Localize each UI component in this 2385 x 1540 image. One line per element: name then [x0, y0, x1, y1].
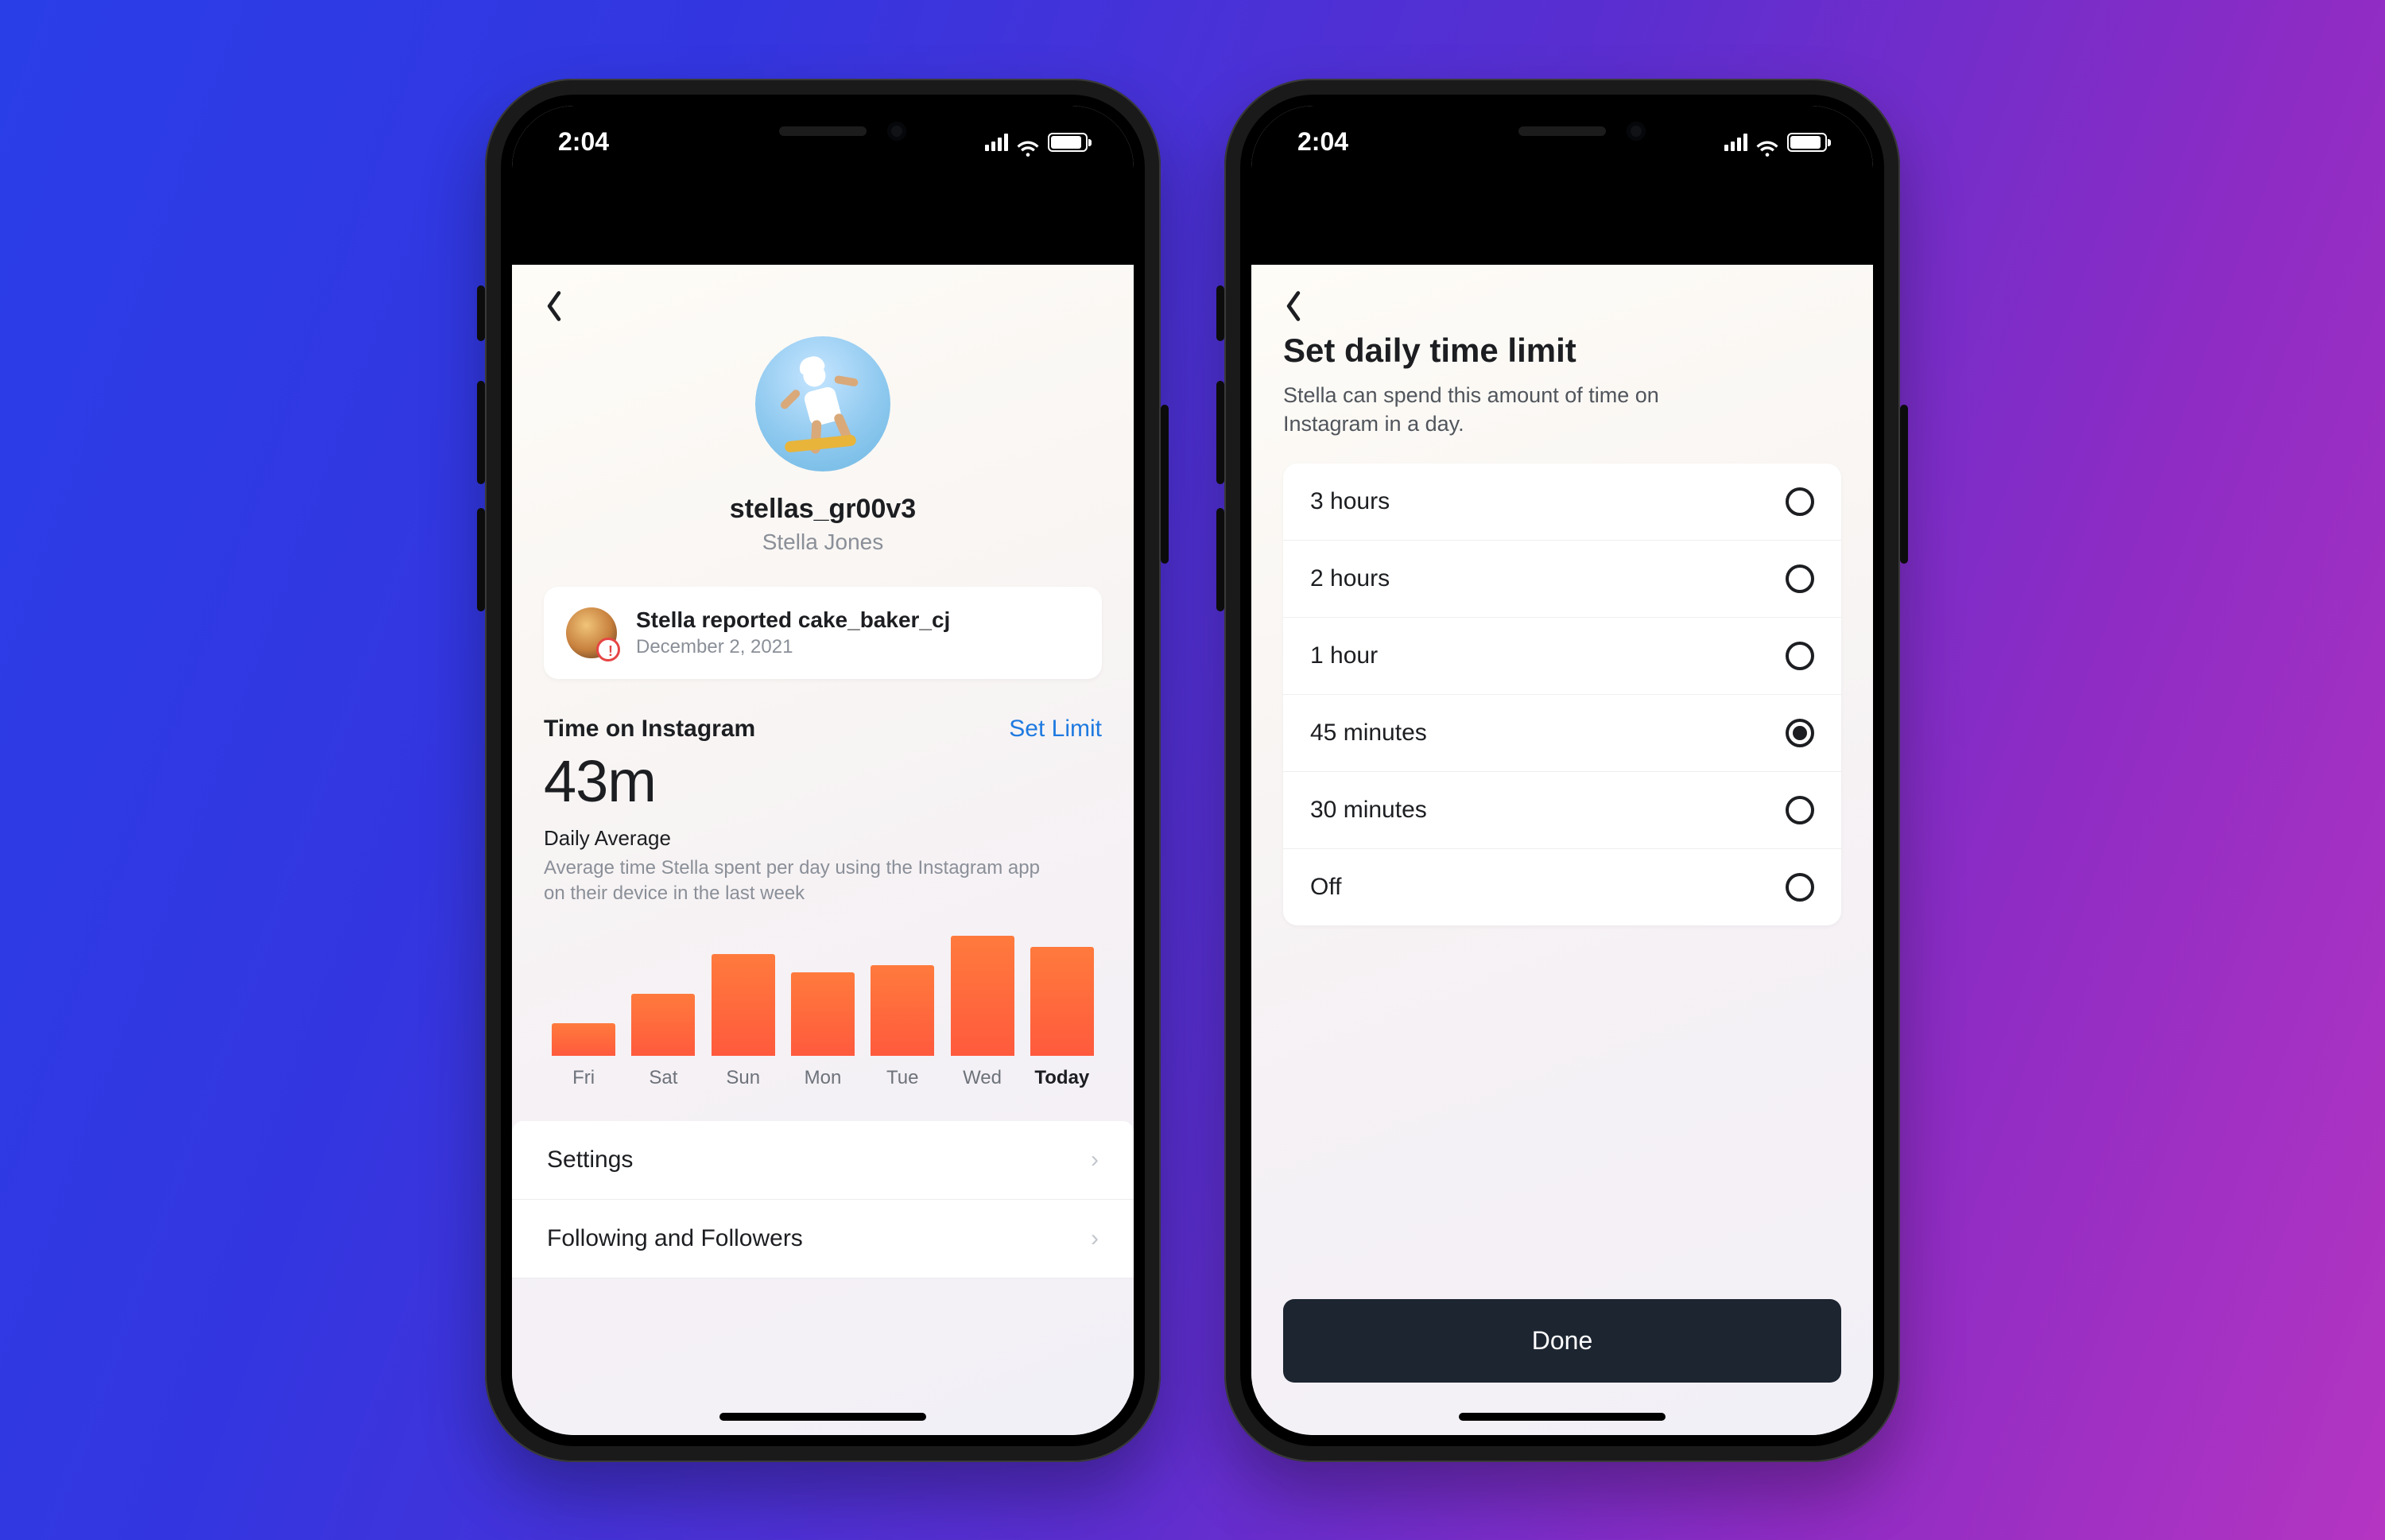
status-icons [1724, 133, 1827, 152]
chevron-left-icon [544, 290, 564, 322]
time-option-0[interactable]: 3 hours [1283, 464, 1841, 541]
status-time: 2:04 [558, 127, 609, 157]
time-option-label: Off [1310, 874, 1341, 901]
bar [1030, 947, 1094, 1056]
bar [631, 994, 695, 1056]
report-card[interactable]: ! Stella reported cake_baker_cj December… [544, 587, 1102, 679]
bar-label: Sat [649, 1067, 677, 1089]
menu-list: Settings › Following and Followers › [512, 1121, 1134, 1278]
time-option-label: 30 minutes [1310, 797, 1427, 824]
report-date: December 2, 2021 [636, 636, 950, 658]
volume-down [477, 508, 485, 611]
time-option-label: 1 hour [1310, 642, 1378, 669]
bar-label: Tue [886, 1067, 918, 1089]
page-subtitle: Stella can spend this amount of time on … [1283, 381, 1728, 439]
time-option-1[interactable]: 2 hours [1283, 541, 1841, 618]
radio-selected-icon[interactable] [1786, 719, 1814, 747]
status-bar-wrap: 2:04 [512, 106, 1134, 265]
profile-username: stellas_gr00v3 [544, 494, 1102, 525]
screen-content-time-limit: Set daily time limit Stella can spend th… [1251, 265, 1873, 1435]
screen-content-activity: stellas_gr00v3 Stella Jones ! Stella rep… [512, 265, 1134, 1435]
time-option-2[interactable]: 1 hour [1283, 618, 1841, 695]
phone-left: 2:04 [485, 79, 1161, 1462]
following-label: Following and Followers [547, 1225, 803, 1252]
battery-icon [1048, 133, 1088, 152]
chart-bar-sat: Sat [623, 994, 703, 1089]
daily-average-desc: Average time Stella spent per day using … [544, 855, 1053, 907]
following-row[interactable]: Following and Followers › [512, 1200, 1134, 1278]
time-option-3[interactable]: 45 minutes [1283, 695, 1841, 772]
settings-label: Settings [547, 1146, 633, 1173]
time-value: 43m [544, 747, 1102, 815]
alert-icon: ! [603, 645, 618, 659]
status-bar-wrap: 2:04 [1251, 106, 1873, 265]
chart-bar-wed: Wed [942, 936, 1022, 1089]
power-button [1900, 405, 1908, 564]
bar [951, 936, 1014, 1056]
volume-up [477, 381, 485, 484]
time-option-label: 3 hours [1310, 488, 1390, 515]
time-option-4[interactable]: 30 minutes [1283, 772, 1841, 849]
phone-right: 2:04 Set daily time l [1224, 79, 1900, 1462]
mute-switch [1216, 285, 1224, 341]
time-limit-options: 3 hours 2 hours 1 hour 45 minutes 30 minutes… [1283, 464, 1841, 925]
bar [791, 972, 855, 1056]
back-button[interactable] [1283, 265, 1841, 328]
bar [712, 954, 775, 1056]
volume-down [1216, 508, 1224, 611]
time-option-label: 45 minutes [1310, 720, 1427, 747]
mute-switch [477, 285, 485, 341]
radio-unselected-icon[interactable] [1786, 796, 1814, 824]
chart-bar-fri: Fri [544, 1023, 623, 1089]
power-button [1161, 405, 1169, 564]
radio-unselected-icon[interactable] [1786, 873, 1814, 902]
chart-bar-today: Today [1022, 947, 1102, 1089]
report-title: Stella reported cake_baker_cj [636, 607, 950, 633]
bar-label: Today [1034, 1067, 1089, 1089]
status-icons [985, 133, 1088, 152]
status-time: 2:04 [1297, 127, 1348, 157]
cellular-icon [1724, 134, 1747, 151]
radio-unselected-icon[interactable] [1786, 642, 1814, 670]
cellular-icon [985, 134, 1008, 151]
battery-icon [1787, 133, 1827, 152]
settings-row[interactable]: Settings › [512, 1121, 1134, 1200]
chart-bar-tue: Tue [863, 965, 942, 1089]
done-button[interactable]: Done [1283, 1299, 1841, 1383]
bar [552, 1023, 615, 1056]
volume-up [1216, 381, 1224, 484]
home-indicator[interactable] [1459, 1413, 1666, 1421]
wifi-icon [1755, 134, 1779, 151]
wifi-icon [1016, 134, 1040, 151]
set-limit-link[interactable]: Set Limit [1009, 716, 1102, 743]
bar-label: Sun [726, 1067, 760, 1089]
chevron-right-icon: › [1091, 1225, 1099, 1252]
bar-label: Mon [805, 1067, 842, 1089]
bar-label: Fri [572, 1067, 595, 1089]
time-section-heading: Time on Instagram [544, 716, 755, 743]
bar-label: Wed [963, 1067, 1002, 1089]
back-button[interactable] [544, 265, 1102, 328]
profile-fullname: Stella Jones [544, 529, 1102, 555]
page-title: Set daily time limit [1283, 332, 1841, 370]
radio-unselected-icon[interactable] [1786, 564, 1814, 593]
profile-header: stellas_gr00v3 Stella Jones [544, 336, 1102, 555]
daily-average-label: Daily Average [544, 826, 1102, 851]
usage-bar-chart: Fri Sat Sun Mon Tue Wed Today [544, 930, 1102, 1089]
radio-unselected-icon[interactable] [1786, 487, 1814, 516]
chevron-right-icon: › [1091, 1146, 1099, 1173]
time-option-label: 2 hours [1310, 565, 1390, 592]
chevron-left-icon [1283, 290, 1304, 322]
chart-bar-mon: Mon [783, 972, 863, 1089]
bar [871, 965, 934, 1056]
time-option-5[interactable]: Off [1283, 849, 1841, 925]
chart-bar-sun: Sun [704, 954, 783, 1089]
reported-user-avatar: ! [566, 607, 617, 658]
home-indicator[interactable] [719, 1413, 926, 1421]
profile-avatar[interactable] [755, 336, 890, 471]
